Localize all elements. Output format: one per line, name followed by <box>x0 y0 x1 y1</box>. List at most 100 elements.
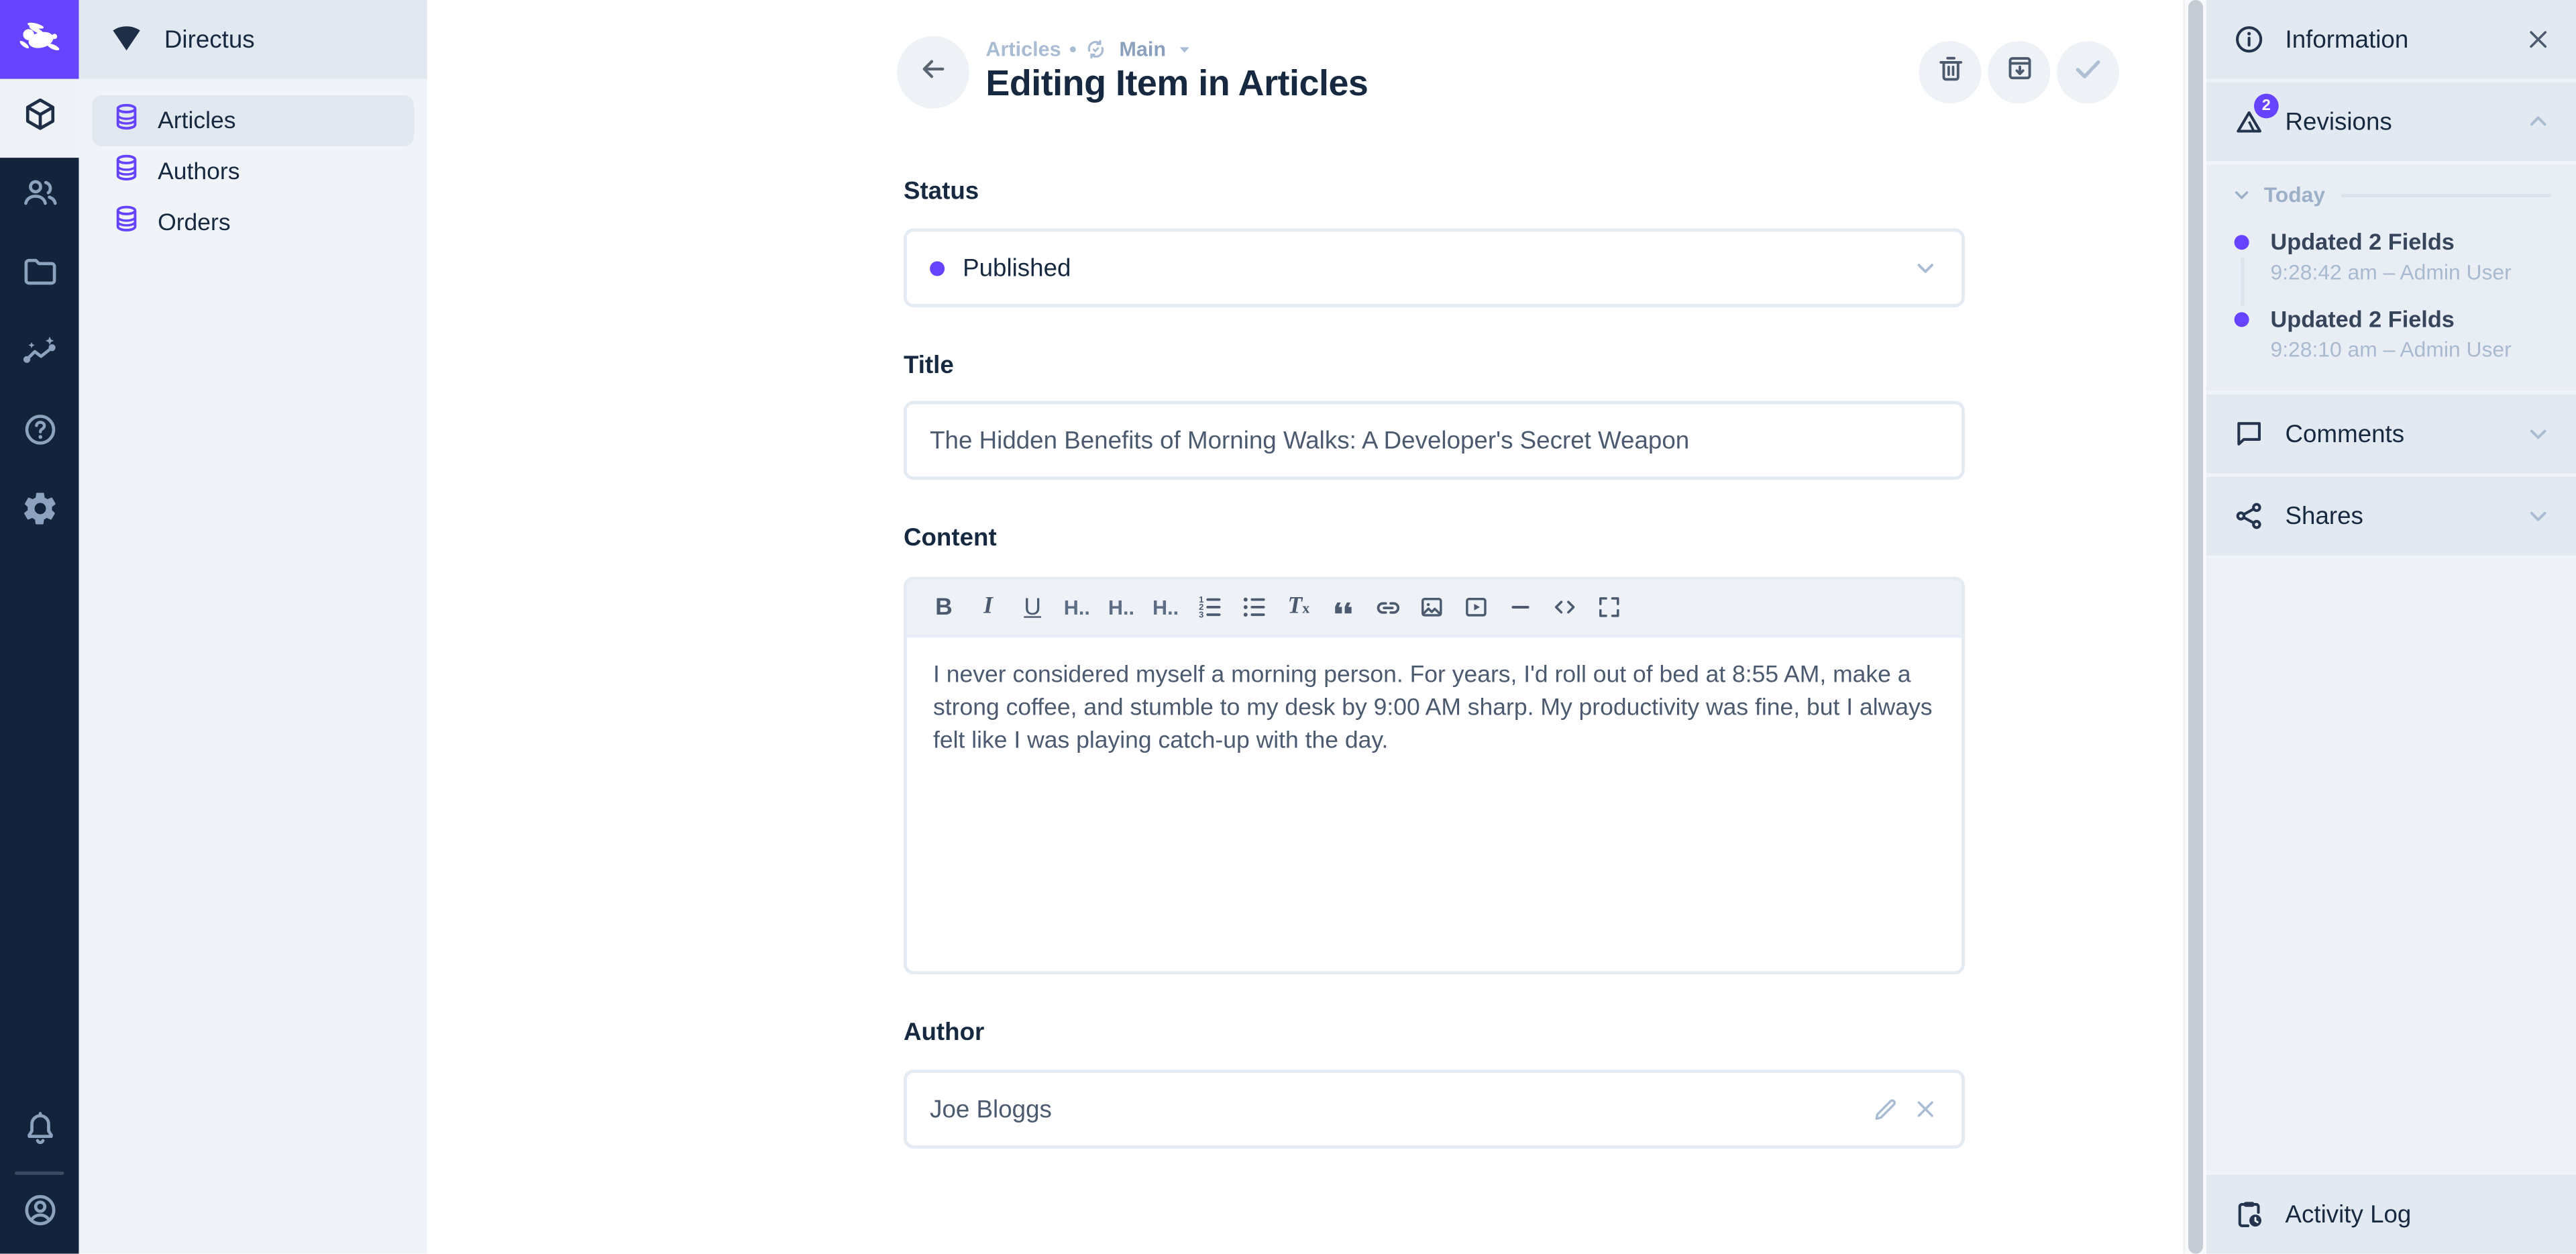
quote-icon <box>1330 594 1356 620</box>
heading1-button[interactable]: H.. <box>1055 585 1099 629</box>
content-label: Content <box>904 524 997 552</box>
image-icon <box>1417 593 1446 621</box>
author-field[interactable]: Joe Bloggs <box>904 1069 1965 1149</box>
chevron-up-icon <box>2525 109 2551 135</box>
title-label: Title <box>904 352 954 380</box>
image-button[interactable] <box>1409 585 1454 629</box>
account-button[interactable] <box>0 1175 79 1254</box>
revision-meta: 9:28:42 am – Admin User <box>2270 260 2551 284</box>
collection-list: Articles Authors <box>79 79 427 248</box>
ordered-list-button[interactable]: 123 <box>1188 585 1232 629</box>
people-icon <box>21 174 58 221</box>
database-icon <box>112 204 142 242</box>
group-divider-line <box>2342 193 2552 197</box>
chevron-down-icon[interactable] <box>1176 41 1192 57</box>
close-icon[interactable] <box>2525 26 2551 52</box>
revision-item[interactable]: Updated 2 Fields 9:28:42 am – Admin User <box>2231 228 2552 284</box>
bold-button[interactable]: B <box>922 585 966 629</box>
code-icon <box>1551 593 1579 621</box>
italic-button[interactable]: I <box>966 585 1010 629</box>
chevron-down-icon <box>2525 421 2551 447</box>
section-revisions[interactable]: 2 Revisions <box>2206 82 2576 161</box>
revisions-group-label: Today <box>2264 182 2325 207</box>
delete-button[interactable] <box>1919 41 1981 103</box>
blockquote-button[interactable] <box>1321 585 1365 629</box>
remove-format-button[interactable]: Tx <box>1277 585 1321 629</box>
module-settings[interactable] <box>0 473 79 552</box>
activity-log-icon <box>2231 1198 2265 1231</box>
module-help[interactable] <box>0 395 79 474</box>
fullscreen-icon <box>1595 593 1623 621</box>
status-label: Status <box>904 177 979 205</box>
version-label[interactable]: Main <box>1119 38 1166 60</box>
database-icon <box>112 153 142 191</box>
database-icon <box>112 102 142 140</box>
save-button[interactable] <box>2057 41 2119 103</box>
title-value: The Hidden Benefits of Morning Walks: A … <box>930 427 1689 455</box>
status-dot-icon <box>930 260 945 275</box>
heading3-button[interactable]: H.. <box>1143 585 1187 629</box>
directus-logo-button[interactable] <box>0 0 79 79</box>
code-button[interactable] <box>1543 585 1587 629</box>
check-icon <box>2072 52 2104 93</box>
header-titles: Articles • Main Editing Item in Artic <box>985 38 1368 105</box>
module-files[interactable] <box>0 237 79 316</box>
module-insights[interactable] <box>0 315 79 395</box>
module-users[interactable] <box>0 158 79 237</box>
sidebar-item-articles[interactable]: Articles <box>92 95 414 146</box>
section-information[interactable]: Information <box>2206 0 2576 79</box>
scrollbar-thumb[interactable] <box>2188 0 2203 1254</box>
archive-button[interactable] <box>1988 41 2050 103</box>
remove-format-x: x <box>1302 599 1309 615</box>
deselect-x-icon[interactable] <box>1913 1096 1939 1122</box>
horizontal-rule-button[interactable] <box>1498 585 1542 629</box>
revision-dot-icon <box>2235 312 2249 327</box>
breadcrumb-collection[interactable]: Articles <box>985 38 1061 60</box>
back-button[interactable] <box>897 36 969 109</box>
section-comments[interactable]: Comments <box>2206 395 2576 474</box>
shares-label: Shares <box>2286 502 2506 530</box>
revision-dot-icon <box>2235 235 2249 250</box>
sidebar-filler <box>2206 559 2576 1171</box>
bullet-list-button[interactable] <box>1232 585 1277 629</box>
account-icon <box>21 1192 58 1238</box>
editor-body[interactable]: I never considered myself a morning pers… <box>907 637 1962 779</box>
revisions-icon: 2 <box>2231 105 2265 138</box>
information-label: Information <box>2286 25 2506 54</box>
edit-pencil-icon[interactable] <box>1871 1095 1899 1123</box>
project-header[interactable]: Directus <box>79 0 427 79</box>
comments-icon <box>2231 417 2265 450</box>
fullscreen-button[interactable] <box>1587 585 1631 629</box>
remove-format-t: T <box>1288 593 1303 621</box>
project-name: Directus <box>164 25 255 54</box>
box-icon <box>21 95 58 142</box>
sidebar-item-authors[interactable]: Authors <box>92 146 414 197</box>
revision-item[interactable]: Updated 2 Fields 9:28:10 am – Admin User <box>2231 306 2552 362</box>
chevron-down-icon <box>1913 255 1939 281</box>
activity-log-button[interactable]: Activity Log <box>2206 1175 2576 1254</box>
sidebar-item-orders[interactable]: Orders <box>92 197 414 248</box>
link-button[interactable] <box>1365 585 1409 629</box>
status-value: Published <box>963 254 1071 282</box>
sidebar-item-label: Orders <box>158 209 231 236</box>
main-content: Articles • Main Editing Item in Artic <box>427 0 2184 1254</box>
breadcrumb: Articles • Main <box>985 38 1368 60</box>
status-select[interactable]: Published <box>904 228 1965 307</box>
revisions-group-toggle[interactable]: Today <box>2231 182 2552 207</box>
breadcrumb-separator: • <box>1069 38 1077 60</box>
chevron-down-icon <box>2525 503 2551 529</box>
chevron-down-icon <box>2231 184 2253 205</box>
help-icon <box>21 411 58 457</box>
title-input[interactable]: The Hidden Benefits of Morning Walks: A … <box>904 401 1965 480</box>
ordered-list-icon: 123 <box>1196 593 1224 621</box>
heading2-button[interactable]: H.. <box>1099 585 1143 629</box>
revision-title: Updated 2 Fields <box>2270 228 2551 254</box>
module-content[interactable] <box>0 79 79 158</box>
video-icon <box>1462 593 1491 621</box>
video-button[interactable] <box>1454 585 1498 629</box>
section-shares[interactable]: Shares <box>2206 476 2576 556</box>
notifications-button[interactable] <box>0 1093 79 1172</box>
vertical-scrollbar[interactable] <box>2184 0 2206 1254</box>
underline-button[interactable]: U <box>1010 585 1055 629</box>
arrow-left-icon <box>917 52 950 93</box>
